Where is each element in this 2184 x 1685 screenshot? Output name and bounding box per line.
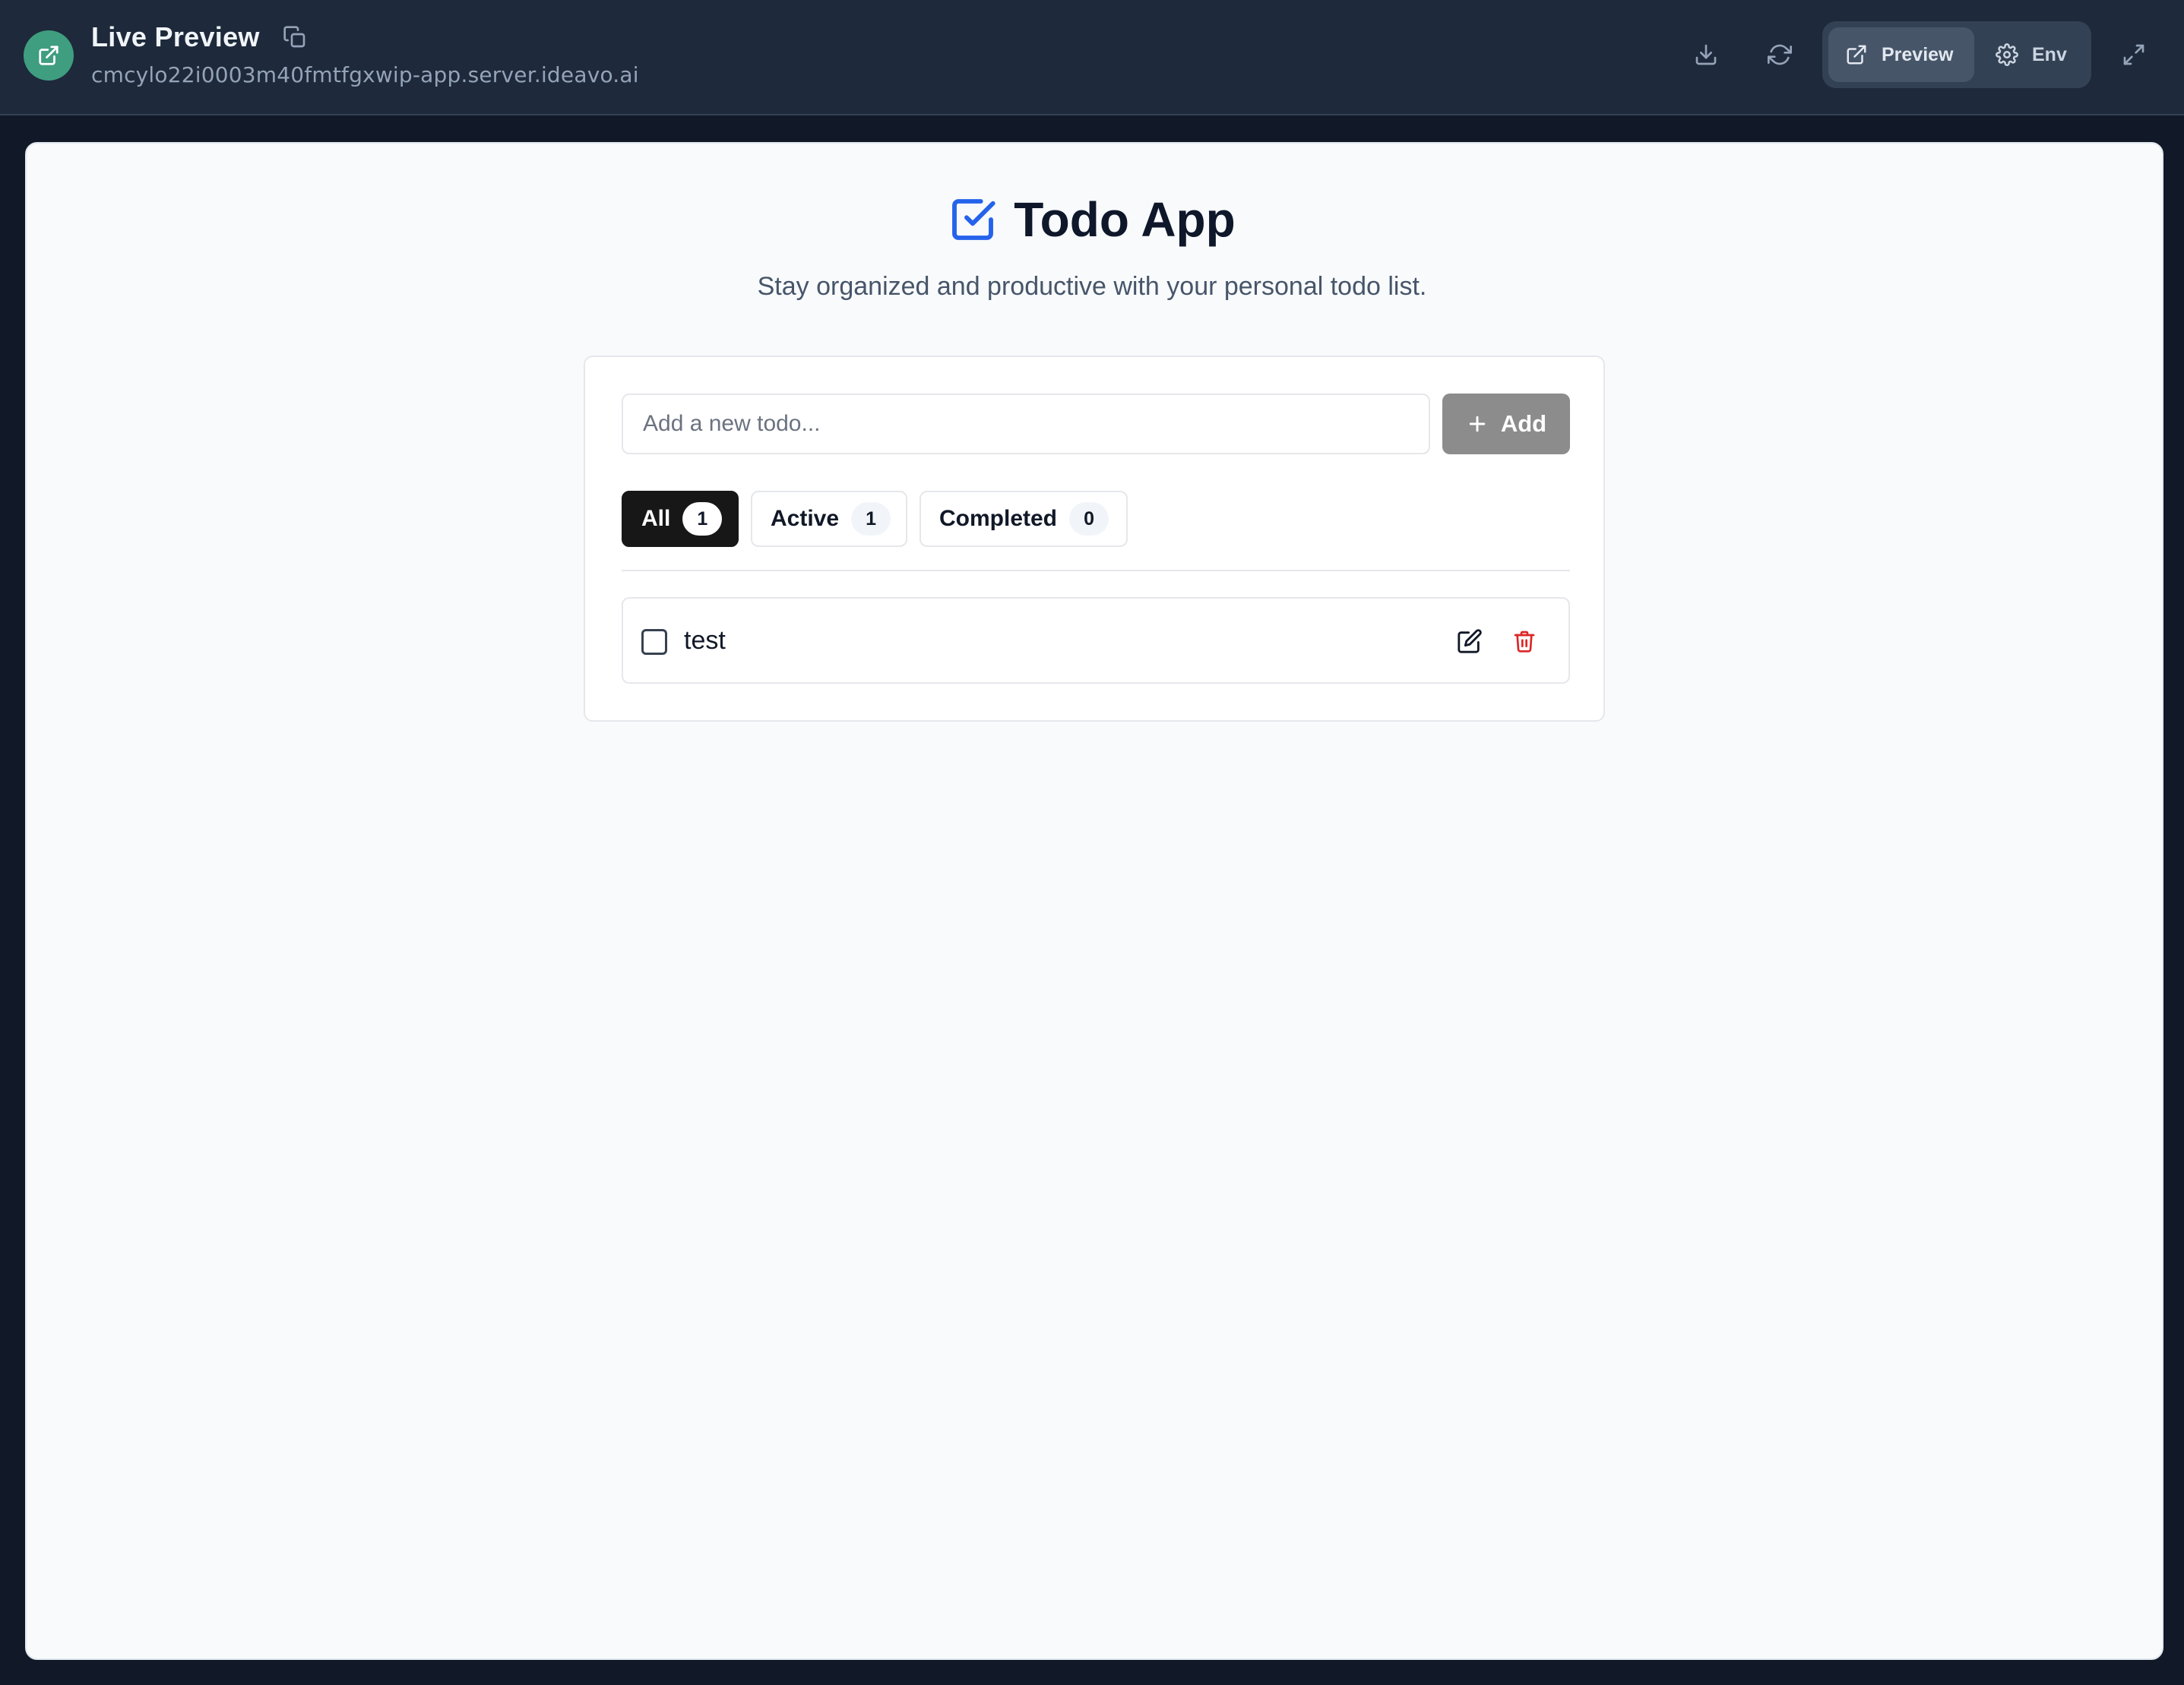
copy-icon <box>283 26 305 48</box>
add-todo-button[interactable]: Add <box>1442 394 1570 454</box>
tab-active[interactable]: Active 1 <box>751 491 907 547</box>
refresh-icon <box>1768 44 1792 65</box>
divider <box>622 570 1570 571</box>
todo-item: test <box>622 597 1570 684</box>
fullscreen-button[interactable] <box>2111 32 2157 77</box>
preview-label: Preview <box>1882 43 1954 65</box>
download-icon <box>1695 44 1717 65</box>
app-title: Todo App <box>1014 192 1236 247</box>
tab-completed[interactable]: Completed 0 <box>919 491 1128 547</box>
external-link-badge[interactable] <box>24 30 74 81</box>
plus-icon <box>1469 416 1486 432</box>
env-button[interactable]: Env <box>1979 27 2085 82</box>
copy-url-button[interactable] <box>280 22 310 52</box>
tab-label: All <box>641 506 671 531</box>
gear-icon <box>1996 43 2018 66</box>
tab-label: Completed <box>939 506 1058 531</box>
edit-todo-button[interactable] <box>1450 621 1489 661</box>
check-square-icon <box>952 199 995 240</box>
app-header: Todo App <box>0 191 2184 248</box>
tab-all[interactable]: All 1 <box>622 491 739 547</box>
new-todo-input[interactable] <box>622 394 1430 454</box>
env-label: Env <box>2032 43 2067 65</box>
delete-todo-button[interactable] <box>1505 621 1544 661</box>
add-label: Add <box>1500 410 1547 437</box>
preview-url: cmcylo22i0003m40fmtfgxwip-app.server.ide… <box>91 62 639 87</box>
app-subtitle: Stay organized and productive with your … <box>757 272 1427 301</box>
edit-icon <box>1458 629 1482 653</box>
todo-card: Add All 1 Active 1 Completed 0 test <box>584 356 1605 722</box>
todo-text: test <box>684 626 726 655</box>
trash-icon <box>1514 631 1535 653</box>
todo-checkbox[interactable] <box>641 629 667 655</box>
preview-button[interactable]: Preview <box>1828 27 1974 82</box>
count-badge: 1 <box>682 502 723 536</box>
top-bar: Live Preview cmcylo22i0003m40fmtfgxwip-a… <box>0 0 2184 115</box>
count-badge: 0 <box>1069 502 1109 536</box>
download-button[interactable] <box>1683 32 1729 77</box>
expand-icon <box>2123 44 2144 65</box>
view-toggle: Preview Env <box>1822 21 2091 88</box>
external-link-icon <box>39 46 59 65</box>
title-row: Live Preview <box>91 21 310 53</box>
page-title: Live Preview <box>91 21 260 52</box>
count-badge: 1 <box>851 502 891 536</box>
external-link-icon <box>1847 45 1866 65</box>
tab-label: Active <box>771 506 840 531</box>
refresh-button[interactable] <box>1757 32 1803 77</box>
